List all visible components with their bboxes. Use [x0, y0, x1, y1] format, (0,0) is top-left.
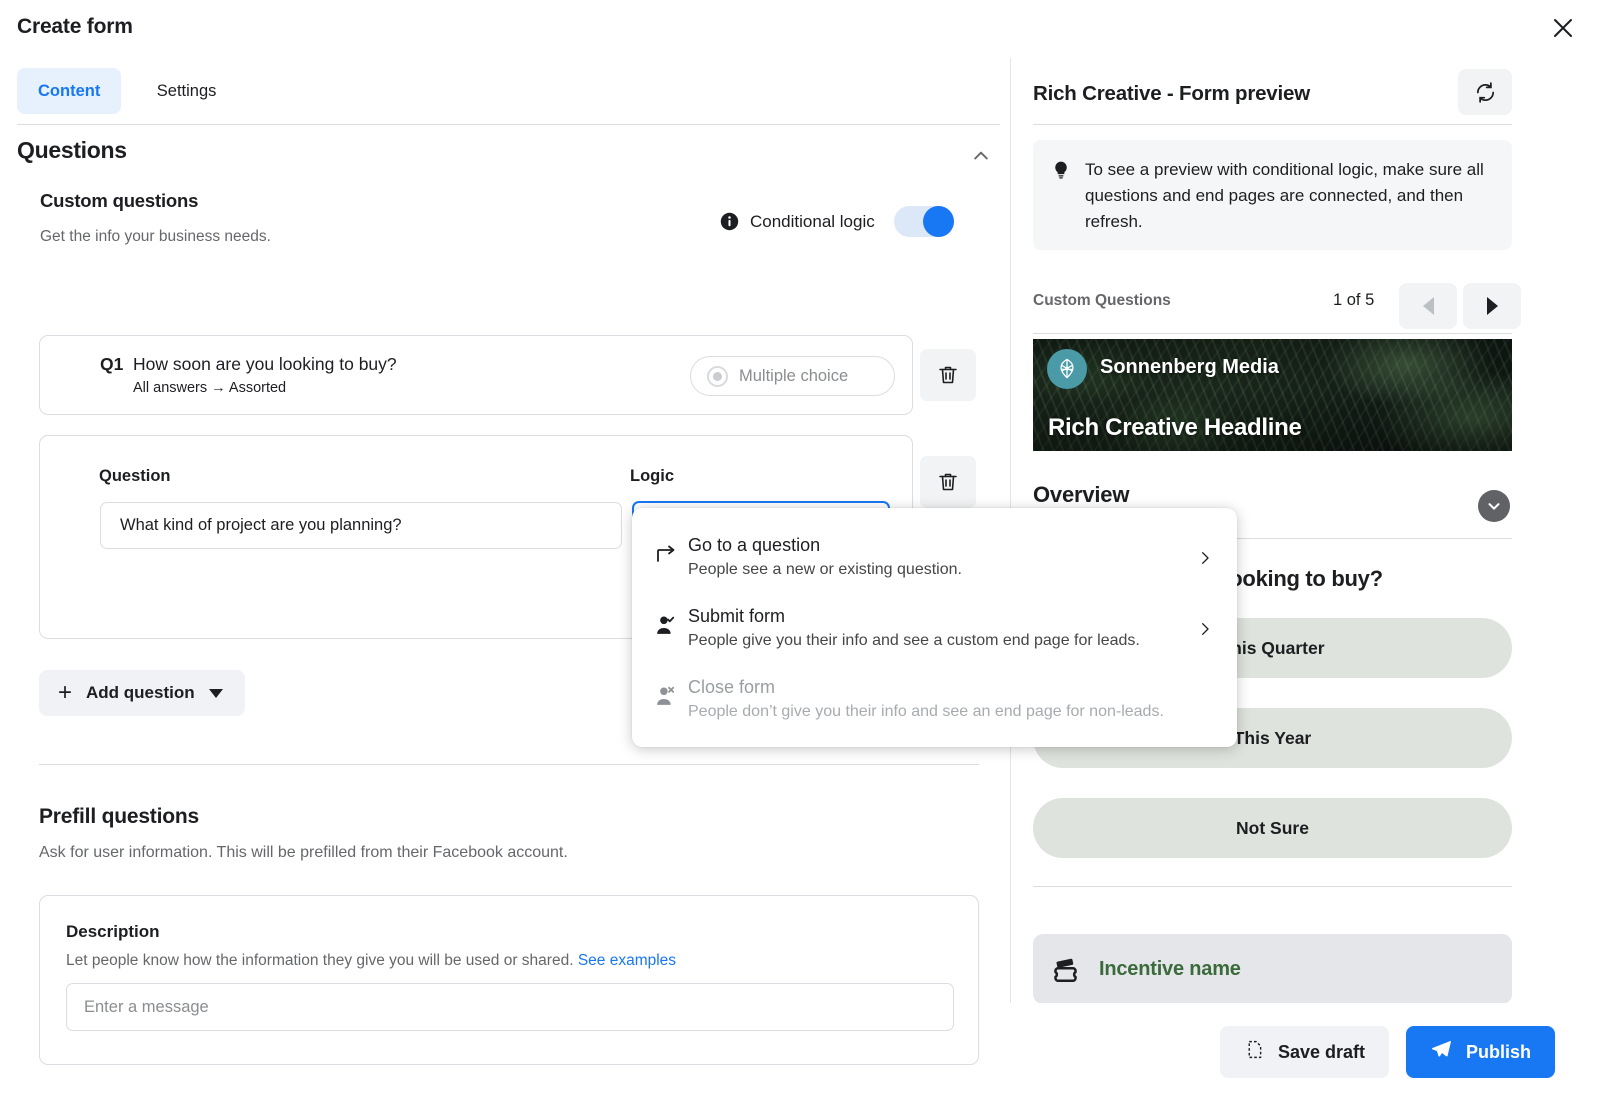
dropdown-item-submit-form[interactable]: Submit form People give you their info a… [632, 593, 1237, 664]
dialog-footer: Save draft Publish [1011, 1004, 1600, 1110]
incentive-card: Incentive name [1033, 934, 1512, 1003]
preview-tip-text: To see a preview with conditional logic,… [1085, 157, 1494, 250]
logic-field-label: Logic [630, 467, 674, 486]
trash-icon[interactable] [920, 456, 976, 508]
dropdown-item-desc: People see a new or existing question. [688, 559, 1177, 582]
refresh-icon[interactable] [1458, 69, 1512, 115]
file-icon [1244, 1039, 1265, 1065]
chevron-down-circle-icon[interactable] [1478, 490, 1510, 522]
close-icon[interactable] [1544, 9, 1582, 47]
preview-underline [1033, 124, 1512, 125]
create-form-dialog: Create form Content Settings Questions C… [0, 0, 1600, 1110]
tab-bar: Content Settings [17, 68, 1000, 130]
trash-icon[interactable] [920, 349, 976, 401]
question-type-label: Multiple choice [739, 367, 848, 386]
chevron-right-icon [1197, 621, 1213, 637]
prefill-heading: Prefill questions [39, 805, 199, 829]
preview-pager: Custom Questions 1 of 5 [1033, 283, 1512, 325]
overview-heading: Overview [1033, 482, 1129, 508]
tab-settings[interactable]: Settings [136, 68, 238, 114]
preview-title: Rich Creative - Form preview [1033, 82, 1310, 106]
description-card: Description Let people know how the info… [39, 895, 979, 1065]
save-draft-button[interactable]: Save draft [1220, 1026, 1389, 1078]
person-x-icon [654, 675, 688, 709]
info-icon[interactable] [720, 212, 739, 231]
question-logic-summary: All answers → Assorted [133, 380, 286, 396]
dropdown-item-title: Close form [688, 675, 1177, 699]
pager-underline [1033, 333, 1512, 334]
dropdown-item-go-to-question[interactable]: Go to a question People see a new or exi… [632, 522, 1237, 593]
see-examples-link[interactable]: See examples [578, 952, 676, 969]
preview-hero-image: Sonnenberg Media Rich Creative Headline [1033, 339, 1512, 451]
question-field-label: Question [99, 467, 171, 486]
add-question-label: Add question [86, 683, 195, 703]
ticket-icon [1053, 952, 1083, 987]
incentive-divider [1033, 886, 1512, 887]
custom-questions-subtitle: Get the info your business needs. [40, 228, 271, 246]
questions-heading: Questions [17, 137, 127, 164]
save-draft-label: Save draft [1278, 1042, 1365, 1063]
dropdown-item-close-form: Close form People don’t give you their i… [632, 664, 1237, 735]
publish-label: Publish [1466, 1042, 1531, 1063]
triangle-left-icon[interactable] [1399, 283, 1457, 329]
incentive-name: Incentive name [1099, 958, 1241, 981]
description-help: Let people know how the information they… [66, 952, 676, 970]
preview-answer-option[interactable]: Not Sure [1033, 798, 1512, 858]
page-title: Create form [17, 15, 133, 39]
description-help-text: Let people know how the information they… [66, 952, 574, 969]
pager-label: Custom Questions [1033, 292, 1171, 310]
tab-underline [17, 124, 1000, 125]
description-input[interactable] [66, 983, 954, 1031]
custom-questions-heading: Custom questions [40, 190, 198, 212]
caret-down-icon [209, 689, 223, 698]
dropdown-item-title: Submit form [688, 604, 1177, 628]
lightbulb-icon [1051, 157, 1071, 250]
preview-tip: To see a preview with conditional logic,… [1033, 140, 1512, 250]
question-input[interactable] [100, 502, 622, 549]
radio-button-icon [707, 366, 728, 387]
conditional-logic-toggle[interactable] [894, 206, 954, 237]
question-text: How soon are you looking to buy? [133, 354, 397, 375]
prefill-subtitle: Ask for user information. This will be p… [39, 844, 568, 862]
add-question-button[interactable]: + Add question [39, 670, 245, 716]
conditional-logic-label: Conditional logic [750, 212, 875, 232]
dropdown-item-title: Go to a question [688, 533, 1177, 557]
arrow-turn-right-icon [654, 533, 688, 566]
leaf-logo-icon [1047, 349, 1087, 389]
triangle-right-icon[interactable] [1463, 283, 1521, 329]
tab-content[interactable]: Content [17, 68, 121, 114]
question-type-pill[interactable]: Multiple choice [690, 356, 895, 396]
dropdown-item-desc: People don’t give you their info and see… [688, 701, 1177, 724]
chevron-right-icon [1197, 550, 1213, 566]
hero-headline: Rich Creative Headline [1048, 414, 1302, 442]
pager-count: 1 of 5 [1333, 291, 1374, 310]
send-icon [1430, 1038, 1453, 1066]
question-number: Q1 [100, 354, 123, 375]
dropdown-item-desc: People give you their info and see a cus… [688, 630, 1177, 653]
plus-icon: + [58, 681, 72, 705]
toggle-knob [923, 206, 954, 237]
publish-button[interactable]: Publish [1406, 1026, 1555, 1078]
logic-dropdown-menu: Go to a question People see a new or exi… [632, 508, 1237, 747]
person-check-icon [654, 604, 688, 638]
dialog-header: Create form [0, 0, 1600, 58]
question-card-1[interactable]: Q1 How soon are you looking to buy? All … [39, 335, 913, 415]
conditional-logic-row: Conditional logic [720, 206, 954, 237]
hero-brand-name: Sonnenberg Media [1100, 356, 1279, 379]
chevron-up-icon[interactable] [968, 143, 994, 169]
section-divider [39, 764, 979, 765]
description-heading: Description [66, 922, 160, 942]
